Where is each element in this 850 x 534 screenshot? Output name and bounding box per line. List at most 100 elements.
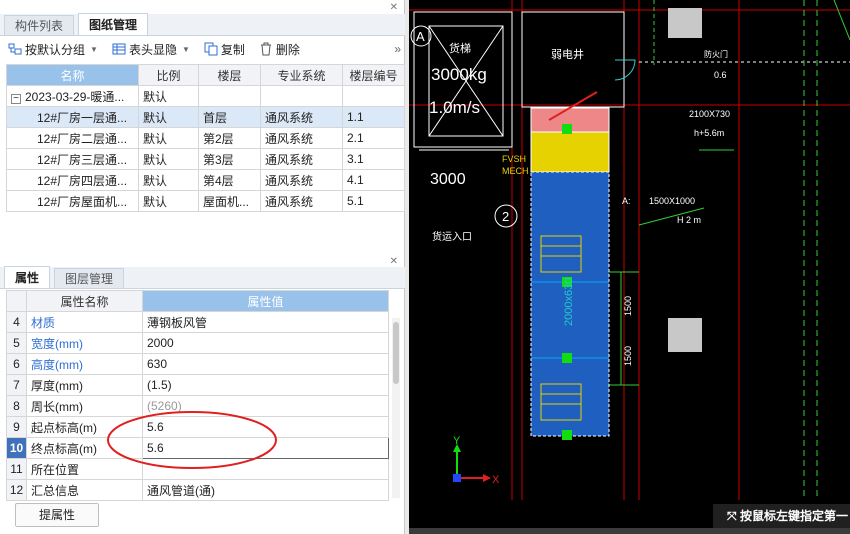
table-icon xyxy=(112,43,126,55)
prop-name: 宽度(mm) xyxy=(26,332,143,354)
col-system[interactable]: 专业系统 xyxy=(260,64,343,86)
dim-1500b: 1500 xyxy=(623,346,633,366)
row-number: 4 xyxy=(6,311,27,333)
h2-text: H 2 m xyxy=(677,215,701,225)
row-code: 2.1 xyxy=(342,127,405,149)
close-icon[interactable]: ✕ xyxy=(390,2,398,13)
lift-text: 货梯 xyxy=(449,41,471,55)
copy-button[interactable]: 复制 xyxy=(204,41,245,58)
status-text: 按鼠标左键指定第一 xyxy=(739,509,848,523)
row-number: 9 xyxy=(6,416,27,438)
table-row[interactable]: 12#厂房一层通... 默认 首层 通风系统 1.1 xyxy=(6,106,405,128)
delete-label: 删除 xyxy=(275,42,300,57)
chevron-down-icon: ▼ xyxy=(90,44,98,54)
table-row[interactable]: 6 高度(mm) 630 xyxy=(6,353,389,375)
tab-drawing-management[interactable]: 图纸管理 xyxy=(78,13,149,35)
prop-value[interactable]: 2000 xyxy=(142,332,389,354)
group-label: 按默认分组 xyxy=(25,42,86,57)
elevation-text: h+5.6m xyxy=(694,128,724,138)
left-panel: 构件列表 图纸管理 ✕ 按默认分组 ▼ 表头显隐 ▼ 复制 删除 » 名称 比例… xyxy=(0,0,405,534)
row-scale: 默认 xyxy=(138,169,199,191)
header-toggle-button[interactable]: 表头显隐 ▼ xyxy=(112,41,190,58)
col-scale[interactable]: 比例 xyxy=(138,64,199,86)
row-code: 4.1 xyxy=(342,169,405,191)
grid-label-2: 2 xyxy=(502,209,509,224)
group-button[interactable]: 按默认分组 ▼ xyxy=(8,41,98,58)
props-scrollbar-thumb[interactable] xyxy=(393,322,399,384)
row-number: 12 xyxy=(6,479,27,501)
row-code: 5.1 xyxy=(342,190,405,212)
props-tabs: 属性 图层管理 xyxy=(0,266,405,289)
col-name[interactable]: 名称 xyxy=(6,64,139,86)
row-code: 1.1 xyxy=(342,106,405,128)
close-icon[interactable]: ✕ xyxy=(390,256,398,267)
row-name: 12#厂房屋面机... xyxy=(6,190,139,212)
more-icon[interactable]: » xyxy=(394,42,401,56)
prop-value[interactable]: 630 xyxy=(142,353,389,375)
status-prompt: ⤧ 按鼠标左键指定第一 xyxy=(713,504,850,528)
row-scale: 默认 xyxy=(138,127,199,149)
prop-name: 汇总信息 xyxy=(26,479,143,501)
group-icon xyxy=(8,43,22,55)
table-row[interactable]: 12#厂房三层通... 默认 第3层 通风系统 3.1 xyxy=(6,148,405,170)
row-name: 12#厂房一层通... xyxy=(6,106,139,128)
row-system: 通风系统 xyxy=(260,169,343,191)
row-system: 通风系统 xyxy=(260,106,343,128)
properties-table: 属性名称 属性值 4 材质 薄钢板风管 5 宽度(mm) 2000 6 高度(m… xyxy=(6,290,389,501)
size-2100-text: 2100X730 xyxy=(689,109,730,119)
cad-canvas[interactable]: A 货梯 3000kg 1.0m/s 弱电井 3000 2 货运入口 FVSH … xyxy=(409,0,850,534)
group-scale: 默认 xyxy=(138,85,199,107)
cursor-icon: ⤧ xyxy=(727,509,740,523)
tab-layer-management[interactable]: 图层管理 xyxy=(54,268,125,288)
extract-properties-button[interactable]: 提属性 xyxy=(15,503,99,527)
table-row[interactable]: 12#厂房四层通... 默认 第4层 通风系统 4.1 xyxy=(6,169,405,191)
table-row[interactable]: 12#厂房屋面机... 默认 屋面机... 通风系统 5.1 xyxy=(6,190,405,212)
load-text: 3000kg xyxy=(431,65,487,84)
tab-component-list[interactable]: 构件列表 xyxy=(4,15,75,35)
table-row[interactable]: 5 宽度(mm) 2000 xyxy=(6,332,389,354)
row-scale: 默认 xyxy=(138,106,199,128)
col-floor[interactable]: 楼层 xyxy=(198,64,261,86)
table-group-row[interactable]: −2023-03-29-暖通... 默认 xyxy=(6,85,405,107)
trash-icon xyxy=(260,42,271,56)
copy-icon xyxy=(204,42,218,56)
table-row[interactable]: 4 材质 薄钢板风管 xyxy=(6,311,389,333)
row-scale: 默认 xyxy=(138,148,199,170)
entrance-text: 货运入口 xyxy=(432,230,472,243)
row-system: 通风系统 xyxy=(260,148,343,170)
prop-value[interactable]: (1.5) xyxy=(142,374,389,396)
row-number: 8 xyxy=(6,395,27,417)
row-floor: 第4层 xyxy=(198,169,261,191)
fvsh-text: FVSH xyxy=(502,154,526,164)
table-row[interactable]: 12 汇总信息 通风管道(通) xyxy=(6,479,389,501)
row-number: 7 xyxy=(6,374,27,396)
row-floor: 第2层 xyxy=(198,127,261,149)
row-number: 6 xyxy=(6,353,27,375)
row-code: 3.1 xyxy=(342,148,405,170)
prop-value[interactable]: 薄钢板风管 xyxy=(142,311,389,333)
annotation-ellipse xyxy=(107,411,277,469)
row-scale: 默认 xyxy=(138,190,199,212)
cad-drawing: A 货梯 3000kg 1.0m/s 弱电井 3000 2 货运入口 FVSH … xyxy=(409,0,850,500)
row-system: 通风系统 xyxy=(260,190,343,212)
col-prop-value: 属性值 xyxy=(142,290,389,312)
speed-text: 1.0m/s xyxy=(429,98,480,117)
copy-label: 复制 xyxy=(220,42,245,57)
tab-properties[interactable]: 属性 xyxy=(4,266,51,288)
prop-name: 高度(mm) xyxy=(26,353,143,375)
prop-name: 厚度(mm) xyxy=(26,374,143,396)
size-1500-text: 1500X1000 xyxy=(649,196,695,206)
prop-value[interactable]: 通风管道(通) xyxy=(142,479,389,501)
dim-3000: 3000 xyxy=(430,171,466,188)
group-name: 2023-03-29-暖通... xyxy=(25,89,125,104)
collapse-icon[interactable]: − xyxy=(11,93,21,104)
col-floor-code[interactable]: 楼层编号 xyxy=(342,64,405,86)
delete-button[interactable]: 删除 xyxy=(259,41,300,58)
mech-text: MECH xyxy=(502,166,529,176)
table-row[interactable]: 7 厚度(mm) (1.5) xyxy=(6,374,389,396)
table-row[interactable]: 12#厂房二层通... 默认 第2层 通风系统 2.1 xyxy=(6,127,405,149)
chevron-down-icon: ▼ xyxy=(181,44,190,54)
row-name: 12#厂房三层通... xyxy=(6,148,139,170)
row-floor: 屋面机... xyxy=(198,190,261,212)
bottom-bar xyxy=(409,528,850,534)
